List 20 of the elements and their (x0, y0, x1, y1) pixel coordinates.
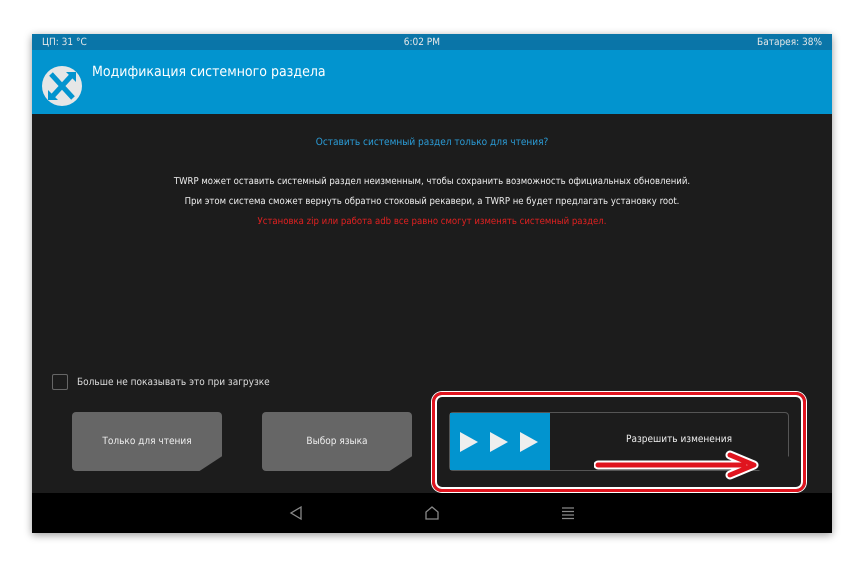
home-icon[interactable] (424, 505, 440, 521)
message-text: При этом система сможет вернуть обратно стоковый рекавери, а TWRP не будет предлагать установку root. (184, 195, 680, 209)
logo-icon (42, 66, 82, 106)
action-button[interactable]: Только для чтения (72, 412, 222, 471)
message-text: Установка zip или работа adb все равно смогут изменять системный раздел. (258, 215, 606, 229)
checkbox[interactable] (52, 374, 68, 390)
back-icon[interactable] (288, 505, 304, 521)
action-button[interactable]: Выбор языка (262, 412, 412, 471)
battery-level: Батарея: 38% (757, 36, 822, 48)
cpu-temperature: ЦП: 31 °C (42, 36, 87, 48)
swipe-slider[interactable]: Разрешить изменения (449, 412, 789, 471)
menu-icon[interactable] (560, 505, 576, 521)
question-text: Оставить системный раздел только для чтения? (314, 137, 550, 148)
slider-label: Разрешить изменения (625, 434, 733, 445)
clock: 6:02 PM (404, 36, 440, 48)
slider-handle[interactable] (450, 413, 550, 470)
message-text: TWRP может оставить системный раздел неизменным, чтобы сохранить возможность официальных обновлений. (174, 175, 690, 189)
checkbox-label: Больше не показывать это при загрузке (77, 376, 270, 388)
triple-arrow-icon (460, 430, 540, 454)
screen-title: Модификация системного раздела (92, 64, 326, 80)
